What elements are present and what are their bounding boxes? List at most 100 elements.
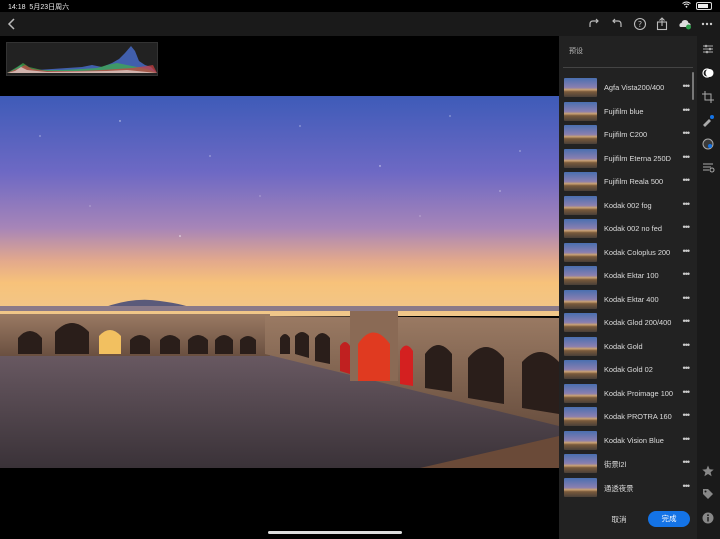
preset-name: Kodak Gold — [604, 341, 643, 351]
preset-thumbnail — [564, 242, 597, 262]
cloud-sync-icon[interactable] — [677, 16, 693, 32]
preset-thumbnail — [564, 101, 597, 121]
histogram — [6, 42, 158, 76]
list-item[interactable]: 街景l2l ••• — [559, 452, 697, 476]
preset-thumbnail — [564, 289, 597, 309]
preset-thumbnail — [564, 360, 597, 379]
preset-name: Kodak Proimage 100 — [604, 388, 674, 398]
preset-thumbnail — [564, 219, 597, 238]
preset-thumbnail — [564, 125, 597, 144]
more-icon[interactable]: ••• — [683, 128, 691, 138]
more-icon[interactable]: ••• — [683, 316, 691, 326]
healing-icon[interactable] — [701, 113, 715, 127]
more-icon[interactable]: ••• — [683, 222, 691, 232]
more-icon[interactable]: ••• — [683, 269, 691, 279]
preset-name: Kodak 002 fog — [604, 200, 652, 210]
more-icon[interactable]: ••• — [683, 410, 691, 420]
preset-thumbnail — [564, 477, 597, 497]
preset-thumbnail — [564, 454, 597, 473]
sliders-icon[interactable] — [701, 42, 715, 56]
list-item[interactable]: Fujifilm Eterna 250D ••• — [559, 147, 697, 171]
preset-name: Fujifilm Eterna 250D — [604, 153, 671, 163]
preset-name: Kodak Ektar 400 — [604, 294, 659, 304]
info-icon[interactable] — [701, 511, 715, 525]
preset-name: Kodak Coloplus 200 — [604, 247, 671, 257]
list-item[interactable]: Agfa Vista200/400 ••• — [559, 76, 697, 100]
divider — [563, 67, 693, 68]
preset-thumbnail — [564, 172, 597, 191]
more-icon[interactable]: ••• — [683, 246, 691, 256]
wifi-icon — [682, 1, 691, 10]
list-item[interactable]: Kodak PROTRA 160 ••• — [559, 405, 697, 429]
list-item[interactable]: Kodak Gold 02 ••• — [559, 358, 697, 382]
help-icon[interactable]: ? — [632, 16, 648, 32]
more-icon[interactable]: ••• — [683, 387, 691, 397]
list-item[interactable]: Kodak Gold ••• — [559, 335, 697, 359]
masking-icon[interactable] — [701, 137, 715, 151]
preset-name: Fujifilm C200 — [604, 130, 648, 139]
preset-name: Kodak Gold 02 — [604, 365, 653, 374]
date-text: 5月23日周六 — [29, 4, 70, 11]
list-item[interactable]: Kodak Ektar 100 ••• — [559, 264, 697, 288]
list-item[interactable]: Fujifilm blue ••• — [559, 100, 697, 124]
done-button[interactable]: 完成 — [648, 511, 690, 527]
list-item[interactable]: 通透夜景 ••• — [559, 476, 697, 500]
star-icon[interactable] — [701, 464, 715, 478]
home-indicator[interactable] — [268, 531, 402, 534]
more-icon[interactable]: ••• — [683, 152, 691, 162]
cancel-button[interactable]: 取消 — [604, 512, 634, 528]
presets-icon[interactable] — [701, 66, 715, 80]
more-icon[interactable]: ••• — [683, 434, 691, 444]
tag-icon[interactable] — [701, 487, 715, 501]
more-icon[interactable]: ••• — [683, 175, 691, 185]
more-icon[interactable]: ••• — [683, 340, 691, 350]
more-icon[interactable]: ••• — [683, 81, 691, 91]
more-icon[interactable]: ••• — [683, 293, 691, 303]
panel-footer: 取消 完成 — [559, 504, 697, 539]
preset-thumbnail — [564, 407, 597, 426]
status-time: 14:18 5月23日周六 — [8, 2, 69, 12]
preset-thumbnail — [564, 78, 597, 97]
presets-panel: 预设 Agfa Vista200/400 ••• Fujifilm blue •••… — [559, 36, 697, 539]
preset-name: Fujifilm blue — [604, 106, 644, 116]
list-item[interactable]: Kodak Vision Blue ••• — [559, 429, 697, 453]
preset-name: Fujifilm Reala 500 — [604, 177, 664, 186]
versions-icon[interactable] — [701, 160, 715, 174]
photo — [0, 96, 559, 468]
list-item[interactable]: Kodak Ektar 400 ••• — [559, 288, 697, 312]
list-item[interactable]: Fujifilm C200 ••• — [559, 123, 697, 147]
battery-icon — [696, 1, 712, 10]
preset-name: Kodak Vision Blue — [604, 435, 664, 445]
preset-thumbnail — [564, 430, 597, 450]
preset-name: Kodak 002 no fed — [604, 224, 662, 233]
list-item[interactable]: Kodak 002 fog ••• — [559, 194, 697, 218]
list-item[interactable]: Kodak 002 no fed ••• — [559, 217, 697, 241]
top-toolbar: ? — [0, 12, 720, 36]
list-item[interactable]: Kodak Proimage 100 ••• — [559, 382, 697, 406]
status-indicators — [682, 1, 712, 10]
svg-text:?: ? — [638, 20, 642, 29]
time-text: 14:18 — [8, 4, 26, 11]
redo-icon[interactable] — [586, 16, 602, 32]
more-icon[interactable]: ••• — [683, 457, 691, 467]
list-item[interactable]: Fujifilm Reala 500 ••• — [559, 170, 697, 194]
preset-name: Agfa Vista200/400 — [604, 83, 665, 92]
preset-thumbnail — [564, 336, 597, 356]
more-icon[interactable]: ••• — [683, 105, 691, 115]
more-icon[interactable]: ••• — [683, 199, 691, 209]
preset-thumbnail — [564, 148, 597, 168]
more-icon[interactable]: ••• — [683, 481, 691, 491]
more-icon[interactable]: ••• — [683, 363, 691, 373]
more-icon[interactable] — [699, 16, 715, 32]
preset-name: Kodak Glod 200/400 — [604, 318, 672, 327]
list-item[interactable]: Kodak Glod 200/400 ••• — [559, 311, 697, 335]
tool-rail — [697, 36, 720, 539]
preset-name: Kodak Ektar 100 — [604, 271, 659, 280]
share-icon[interactable] — [654, 16, 670, 32]
list-item[interactable]: Kodak Coloplus 200 ••• — [559, 241, 697, 265]
undo-icon[interactable] — [609, 16, 625, 32]
chevron-left-icon[interactable] — [4, 16, 20, 32]
preset-name: Kodak PROTRA 160 — [604, 412, 672, 421]
photo-canvas[interactable] — [0, 36, 559, 539]
crop-icon[interactable] — [701, 90, 715, 104]
